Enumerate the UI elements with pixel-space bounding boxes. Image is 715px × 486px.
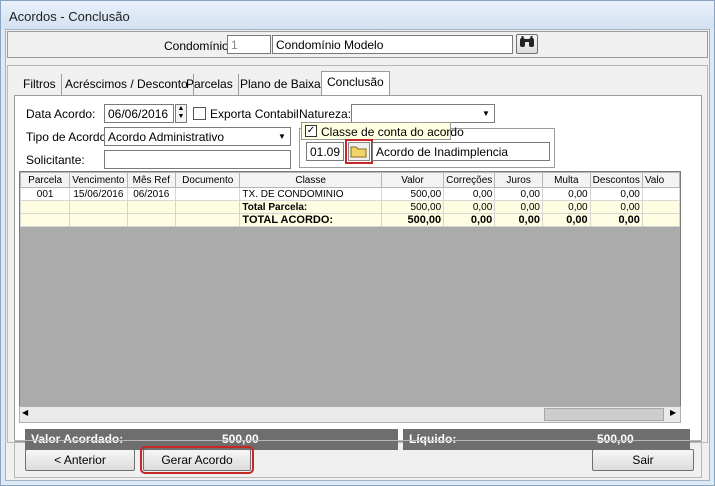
window-title: Acordos - Conclusão — [1, 1, 714, 29]
table-row[interactable]: Total Parcela: 500,00 0,00 0,00 0,00 0,0… — [20, 200, 680, 214]
classe-group-label: Classe de conta do acordo — [321, 125, 464, 139]
condominio-name-field[interactable]: Condomínio Modelo — [272, 35, 513, 54]
search-condominio-button[interactable] — [516, 34, 538, 54]
binoculars-icon — [520, 36, 534, 47]
table-cell: TOTAL ACORDO: — [239, 213, 382, 227]
solicitante-field[interactable] — [104, 150, 291, 169]
grid-header-row: Parcela Vencimento Mês Ref Documento Cla… — [20, 172, 680, 188]
table-cell — [126, 213, 177, 227]
natureza-label: Natureza: — [299, 107, 352, 121]
table-cell — [175, 187, 241, 201]
table-cell: 0,00 — [443, 187, 496, 201]
gerar-acordo-button[interactable]: Gerar Acordo — [140, 446, 254, 474]
table-cell — [175, 200, 241, 214]
table-cell — [20, 213, 71, 227]
grid-horizontal-scrollbar[interactable]: ◀ ▶ — [19, 406, 681, 423]
column-header[interactable]: Correções — [443, 172, 496, 188]
tipo-acordo-label: Tipo de Acordo: — [26, 130, 110, 144]
table-cell: 0,00 — [589, 187, 643, 201]
date-spinner[interactable]: ▲ ▼ — [175, 104, 187, 123]
column-header[interactable]: Descontos — [589, 172, 643, 188]
table-cell: 06/2016 — [126, 187, 177, 201]
folder-icon — [350, 146, 367, 158]
main-window: Acordos - Conclusão Condomínio: 1 Condom… — [0, 0, 715, 486]
table-cell: 0,00 — [589, 213, 643, 227]
scroll-thumb[interactable] — [544, 408, 664, 421]
tab-plano-de-baixa[interactable]: Plano de Baixa — [235, 74, 327, 95]
table-cell: 001 — [20, 187, 71, 201]
table-cell: 0,00 — [589, 200, 643, 214]
sair-button[interactable]: Sair — [592, 449, 694, 471]
table-cell: Total Parcela: — [239, 200, 382, 214]
column-header[interactable]: Mês Ref — [126, 172, 177, 188]
table-cell: TX. DE CONDOMINIO — [239, 187, 382, 201]
tipo-acordo-select[interactable]: Acordo Administrativo — [104, 127, 291, 146]
classe-checkbox[interactable]: ✓ — [305, 125, 317, 137]
condominio-label: Condomínio: — [164, 39, 233, 53]
table-cell: 500,00 — [380, 213, 445, 227]
column-header[interactable]: Documento — [175, 172, 241, 188]
natureza-select[interactable] — [351, 104, 495, 123]
column-header[interactable]: Parcela — [20, 172, 71, 188]
anterior-button[interactable]: < Anterior — [25, 449, 135, 471]
tipo-acordo-dropdown-icon[interactable]: ▼ — [274, 128, 290, 145]
table-cell: 0,00 — [494, 200, 543, 214]
table-cell — [69, 213, 128, 227]
table-cell: 0,00 — [494, 213, 543, 227]
tab-acrescimos-desconto[interactable]: Acréscimos / Desconto — [60, 74, 194, 95]
window-client: Condomínio: 1 Condomínio Modelo Filtros … — [5, 29, 710, 481]
table-cell: 0,00 — [541, 187, 591, 201]
scroll-right-icon[interactable]: ▶ — [670, 408, 676, 417]
table-cell — [126, 200, 177, 214]
data-acordo-label: Data Acordo: — [26, 107, 96, 121]
table-cell: 500,00 — [380, 200, 445, 214]
table-cell — [175, 213, 241, 227]
condominio-code-field[interactable]: 1 — [227, 35, 271, 54]
classe-code-field[interactable]: 01.09 — [306, 142, 344, 161]
scroll-left-icon[interactable]: ◀ — [22, 408, 28, 417]
natureza-dropdown-icon[interactable]: ▼ — [478, 105, 494, 122]
table-cell: 0,00 — [541, 213, 591, 227]
table-row[interactable]: 001 15/06/2016 06/2016 TX. DE CONDOMINIO… — [20, 187, 680, 201]
table-cell — [641, 187, 680, 201]
table-cell: 0,00 — [443, 200, 496, 214]
table-cell: 15/06/2016 — [69, 187, 128, 201]
table-cell — [20, 200, 71, 214]
table-cell — [641, 213, 680, 227]
classe-name-field[interactable]: Acordo de Inadimplencia — [372, 142, 550, 161]
tab-conclusao[interactable]: Conclusão — [321, 71, 390, 96]
table-cell — [641, 200, 680, 214]
column-header[interactable]: Classe — [239, 172, 382, 188]
exporta-contabil-label: Exporta Contabil — [210, 107, 299, 121]
column-header[interactable]: Vencimento — [69, 172, 128, 188]
table-row[interactable]: TOTAL ACORDO: 500,00 0,00 0,00 0,00 0,00 — [20, 213, 680, 227]
table-cell — [69, 200, 128, 214]
data-acordo-field[interactable]: 06/06/2016 — [104, 104, 174, 123]
acordo-grid[interactable]: Parcela Vencimento Mês Ref Documento Cla… — [19, 171, 681, 407]
table-cell: 0,00 — [494, 187, 543, 201]
classe-folder-button[interactable] — [345, 139, 373, 164]
table-cell: 500,00 — [380, 187, 445, 201]
solicitante-label: Solicitante: — [26, 153, 85, 167]
table-cell: 0,00 — [541, 200, 591, 214]
column-header[interactable]: Valor — [380, 172, 445, 188]
tab-filtros[interactable]: Filtros — [18, 74, 62, 95]
table-cell: 0,00 — [443, 213, 496, 227]
acordo-table: Parcela Vencimento Mês Ref Documento Cla… — [20, 172, 680, 227]
column-header[interactable]: Multa — [541, 172, 591, 188]
column-header[interactable]: Juros — [494, 172, 543, 188]
exporta-contabil-checkbox[interactable] — [193, 107, 206, 120]
column-header[interactable]: Valo — [641, 172, 680, 188]
tab-parcelas[interactable]: Parcelas — [181, 74, 239, 95]
